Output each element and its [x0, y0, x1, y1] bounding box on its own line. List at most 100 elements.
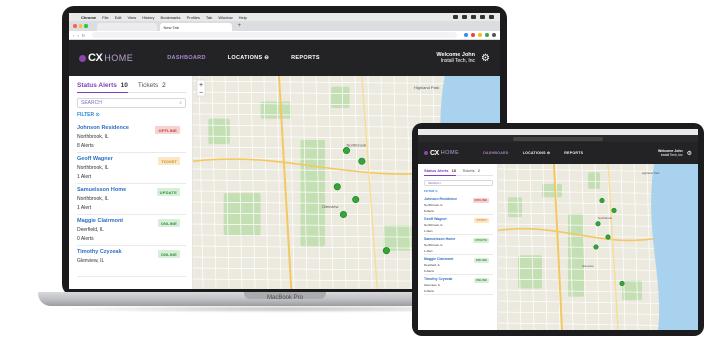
- tab-status-alerts[interactable]: Status Alerts 10: [77, 82, 128, 93]
- browser-tab[interactable]: [96, 23, 157, 31]
- location-card[interactable]: Samuelsson Home Northbrook, IL 1 Alert UPDA…: [424, 235, 493, 255]
- status-badge[interactable]: TICKET: [474, 218, 489, 223]
- park-area: [300, 139, 326, 247]
- browser-toolbar: ‹ › ↻: [69, 31, 500, 40]
- battery-icon[interactable]: [480, 15, 485, 19]
- nav-locations[interactable]: LOCATIONS ⊖: [523, 151, 551, 155]
- status-badge[interactable]: ONLINE: [157, 219, 180, 227]
- nav-dashboard[interactable]: DASHBOARD: [483, 151, 508, 155]
- reload-icon[interactable]: ↻: [82, 33, 85, 38]
- filter-button[interactable]: FILTER ⊙: [77, 112, 186, 118]
- status-badge[interactable]: OFFLINE: [472, 198, 489, 203]
- menubar-item-window[interactable]: Window: [218, 15, 232, 20]
- menubar-item-history[interactable]: History: [142, 15, 154, 20]
- map-canvas[interactable]: Highland Park Northbrook Glenview: [498, 164, 698, 330]
- map-view[interactable]: Highland Park Northbrook Glenview: [498, 164, 698, 330]
- menubar-item-edit[interactable]: Edit: [115, 15, 122, 20]
- zoom-in-button[interactable]: +: [199, 82, 203, 89]
- map-place-label: Highland Park: [414, 85, 439, 90]
- status-icon[interactable]: [453, 15, 458, 19]
- tab-label: Tickets: [137, 82, 159, 89]
- menubar-item-profiles[interactable]: Profiles: [187, 15, 200, 20]
- status-icon[interactable]: [462, 15, 467, 19]
- menubar-item-chrome[interactable]: Chrome: [81, 15, 96, 20]
- alert-count: 0 Alerts: [424, 268, 435, 273]
- menubar-item-file[interactable]: File: [102, 15, 108, 20]
- filter-button[interactable]: FILTER ⊙: [424, 189, 493, 193]
- location-card[interactable]: Timothy Czyzeak Glenview, IL ONLINE: [77, 246, 186, 277]
- nav-locations[interactable]: LOCATIONS ⊖: [228, 55, 269, 61]
- map-place-label: Northbrook: [347, 142, 367, 147]
- location-marker: [339, 210, 347, 218]
- user-greeting: Welcome John Install Tech, Inc: [436, 52, 475, 64]
- location-card[interactable]: Maggie Clairmont Deerfield, IL 0 Alerts ONL…: [77, 215, 186, 246]
- location-card[interactable]: Johnson Residence Northbrook, IL 8 Alerts O…: [424, 195, 493, 215]
- location-city: Northbrook, IL: [424, 203, 444, 207]
- nav-dashboard[interactable]: DASHBOARD: [167, 55, 205, 61]
- address-bar[interactable]: [92, 32, 457, 38]
- back-icon[interactable]: ‹: [73, 33, 74, 38]
- extension-icon[interactable]: [478, 33, 482, 37]
- location-city: Glenview, IL: [424, 283, 441, 287]
- tab-tickets[interactable]: Tickets 2: [138, 82, 166, 89]
- logo-cx-text: CX: [88, 52, 103, 64]
- cx-home-logo[interactable]: CX HOME: [79, 52, 133, 64]
- status-badge[interactable]: UPDATE: [473, 238, 489, 243]
- search-icon: ⌕: [179, 100, 182, 106]
- location-card[interactable]: Geoff Wagner Northbrook, IL 1 Alert TICKET: [424, 215, 493, 235]
- logo-home-text: HOME: [440, 150, 460, 156]
- alert-count: 8 Alerts: [77, 143, 94, 149]
- extension-icon[interactable]: [471, 33, 475, 37]
- logo-dot-icon: [79, 54, 86, 62]
- alert-count: 1 Alert: [424, 248, 433, 253]
- close-window-button[interactable]: [73, 24, 77, 28]
- nav-reports[interactable]: REPORTS: [291, 55, 320, 61]
- status-badge[interactable]: TICKET: [158, 157, 180, 165]
- location-city: Northbrook, IL: [424, 223, 444, 227]
- status-badge[interactable]: UPDATE: [156, 188, 180, 196]
- new-tab-button[interactable]: +: [238, 23, 242, 29]
- extension-icon[interactable]: [485, 33, 489, 37]
- minimize-window-button[interactable]: [78, 24, 82, 28]
- location-marker: [352, 196, 360, 204]
- status-badge[interactable]: ONLINE: [474, 258, 489, 263]
- nav-reports[interactable]: REPORTS: [564, 151, 583, 155]
- tab-status-alerts[interactable]: Status Alerts 10: [424, 168, 457, 176]
- wifi-icon[interactable]: [471, 15, 476, 19]
- location-marker: [605, 234, 611, 240]
- search-input[interactable]: SEARCH: [424, 180, 493, 186]
- mac-menubar: Chrome File Edit View History Bookmarks …: [69, 13, 500, 21]
- menubar-status-icons: [453, 15, 500, 19]
- sidebar-tabs: Status Alerts 10 Tickets 2: [77, 82, 186, 93]
- menubar-item-view[interactable]: View: [127, 15, 136, 20]
- forward-icon[interactable]: ›: [77, 33, 78, 38]
- extension-icon[interactable]: [464, 33, 468, 37]
- cx-home-logo[interactable]: CX HOME: [424, 150, 459, 157]
- map-place-label: Glenview: [582, 264, 594, 268]
- menubar-item-bookmarks[interactable]: Bookmarks: [161, 15, 181, 20]
- location-card[interactable]: Samuelsson Home Northbrook, IL 1 Alert UPDA…: [77, 184, 186, 215]
- search-input[interactable]: SEARCH ⌕: [77, 98, 186, 108]
- tab-tickets[interactable]: Tickets 2: [462, 168, 480, 173]
- browser-tab-active[interactable]: New Tab: [159, 23, 232, 31]
- location-card[interactable]: Maggie Clairmont Deerfield, IL 0 Alerts ONL…: [424, 255, 493, 275]
- tablet-address-bar[interactable]: [418, 135, 698, 142]
- gear-icon[interactable]: ⚙: [687, 150, 692, 157]
- map-place-label: Glenview: [322, 204, 339, 209]
- status-badge[interactable]: ONLINE: [474, 278, 489, 283]
- status-badge[interactable]: OFFLINE: [155, 126, 180, 134]
- zoom-out-button[interactable]: −: [199, 90, 203, 97]
- address-field[interactable]: [513, 136, 603, 141]
- park-area: [588, 172, 600, 189]
- location-card[interactable]: Timothy Czyzeak Glenview, IL 0 Alerts ONLIN…: [424, 275, 493, 295]
- maximize-window-button[interactable]: [84, 24, 88, 28]
- location-card[interactable]: Geoff Wagner Northbrook, IL 1 Alert TICKET: [77, 153, 186, 184]
- search-icon[interactable]: [489, 15, 494, 19]
- profile-icon[interactable]: [492, 33, 496, 37]
- park-area: [383, 225, 415, 251]
- menubar-item-help[interactable]: Help: [239, 15, 247, 20]
- gear-icon[interactable]: ⚙: [481, 53, 490, 64]
- location-card[interactable]: Johnson Residence Northbrook, IL 8 Alerts O…: [77, 122, 186, 153]
- menubar-item-tab[interactable]: Tab: [206, 15, 212, 20]
- status-badge[interactable]: ONLINE: [157, 250, 180, 258]
